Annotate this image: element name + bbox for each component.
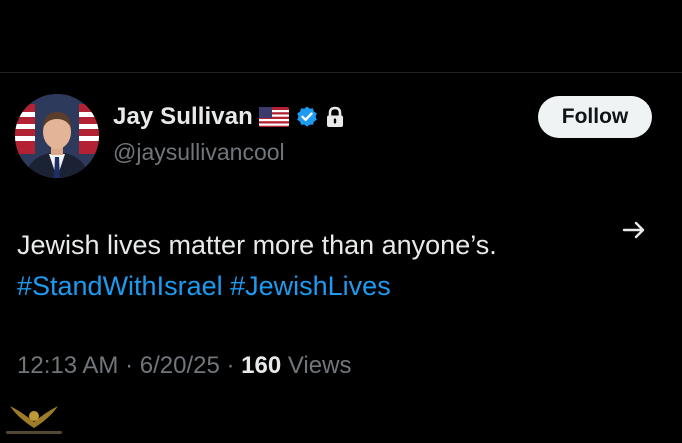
watermark-logo bbox=[4, 398, 64, 438]
avatar-photo bbox=[15, 94, 99, 178]
views-label: Views bbox=[287, 352, 352, 379]
verified-badge-icon[interactable] bbox=[295, 105, 319, 129]
tweet-body: Jewish lives matter more than anyone’s. … bbox=[17, 225, 607, 307]
tweet-hashtags: #StandWithIsrael #JewishLives bbox=[17, 266, 607, 307]
meta-separator: · bbox=[118, 352, 140, 379]
author-display-name[interactable]: Jay Sullivan bbox=[113, 103, 253, 131]
avatar[interactable] bbox=[15, 94, 99, 178]
tweet-metadata: 12:13 AM · 6/20/25 · 160 Views bbox=[17, 352, 351, 380]
tweet-time[interactable]: 12:13 AM bbox=[17, 352, 118, 379]
top-divider bbox=[0, 72, 682, 73]
hashtag-stand-with-israel[interactable]: #StandWithIsrael bbox=[17, 271, 223, 301]
author-handle[interactable]: @jaysullivancool bbox=[113, 139, 285, 166]
tweet-text: Jewish lives matter more than anyone’s. bbox=[17, 230, 497, 260]
tweet-date[interactable]: 6/20/25 bbox=[140, 352, 220, 379]
protected-lock-icon bbox=[325, 106, 345, 128]
us-flag-icon bbox=[258, 107, 289, 127]
views-count[interactable]: 160 bbox=[241, 352, 281, 379]
arrow-right-icon[interactable] bbox=[620, 216, 648, 244]
follow-button[interactable]: Follow bbox=[538, 96, 652, 138]
hashtag-jewish-lives[interactable]: #JewishLives bbox=[230, 271, 391, 301]
meta-separator: · bbox=[219, 352, 242, 379]
author-name-row: Jay Sullivan bbox=[113, 101, 345, 133]
